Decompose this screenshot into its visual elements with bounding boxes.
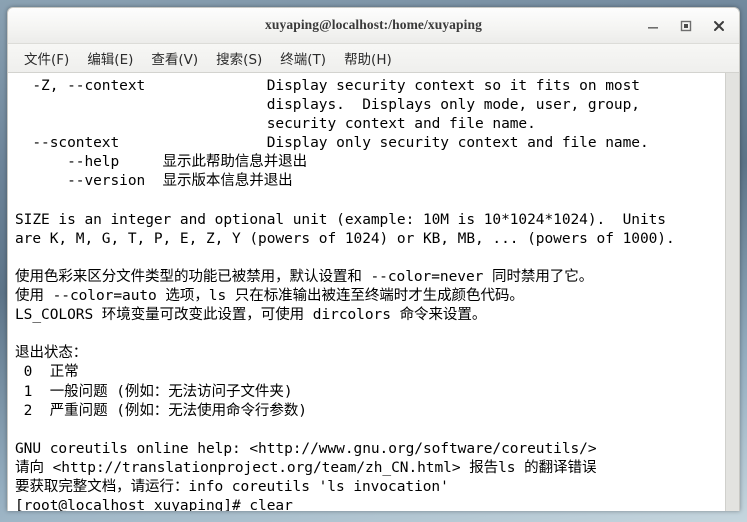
terminal-line: security context and file name. bbox=[15, 116, 536, 133]
menu-terminal[interactable]: 终端(T) bbox=[271, 45, 335, 72]
minimize-icon bbox=[648, 27, 658, 29]
window-title: xuyaping@localhost:/home/xuyaping bbox=[265, 17, 482, 32]
menu-search[interactable]: 搜索(S) bbox=[207, 45, 271, 72]
terminal-line: 要获取完整文档，请运行：info coreutils 'ls invocatio… bbox=[15, 478, 449, 495]
close-icon bbox=[714, 21, 724, 31]
terminal-line: SIZE is an integer and optional unit (ex… bbox=[15, 211, 666, 228]
terminal-line: LS_COLORS 环境变量可改变此设置，可使用 dircolors 命令来设置… bbox=[15, 307, 487, 324]
terminal-line: 0 正常 bbox=[15, 364, 79, 381]
terminal-line: are K, M, G, T, P, E, Z, Y (powers of 10… bbox=[15, 230, 675, 247]
terminal-line: displays. Displays only mode, user, grou… bbox=[15, 97, 640, 114]
menu-edit[interactable]: 编辑(E) bbox=[78, 45, 142, 72]
terminal-window: xuyaping@localhost:/home/xuyaping 文件(F) … bbox=[7, 7, 740, 511]
terminal-area: -Z, --context Display security context s… bbox=[8, 73, 739, 511]
menu-help[interactable]: 帮助(H) bbox=[335, 45, 401, 72]
terminal-line: --help 显示此帮助信息并退出 bbox=[15, 154, 308, 171]
terminal-line: [root@localhost xuyaping]# clear bbox=[15, 498, 293, 511]
terminal-line: 2 严重问题 (例如：无法使用命令行参数) bbox=[15, 402, 307, 419]
terminal-line: GNU coreutils online help: <http://www.g… bbox=[15, 440, 597, 457]
terminal-scrollbar[interactable] bbox=[725, 73, 739, 511]
terminal-line: 退出状态： bbox=[15, 345, 88, 362]
window-titlebar[interactable]: xuyaping@localhost:/home/xuyaping bbox=[8, 8, 739, 44]
maximize-button[interactable] bbox=[678, 18, 694, 34]
menu-bar: 文件(F) 编辑(E) 查看(V) 搜索(S) 终端(T) 帮助(H) bbox=[8, 44, 739, 73]
terminal-output[interactable]: -Z, --context Display security context s… bbox=[8, 73, 725, 511]
terminal-line: -Z, --context Display security context s… bbox=[15, 78, 640, 94]
close-button[interactable] bbox=[711, 18, 727, 34]
maximize-icon bbox=[680, 20, 692, 32]
terminal-line: --version 显示版本信息并退出 bbox=[15, 173, 293, 190]
terminal-line: --scontext Display only security context… bbox=[15, 135, 649, 152]
menu-file[interactable]: 文件(F) bbox=[15, 45, 78, 72]
terminal-line: 1 一般问题 (例如：无法访问子文件夹) bbox=[15, 383, 293, 400]
terminal-line: 请向 <http://translationproject.org/team/z… bbox=[15, 459, 597, 476]
terminal-line: 使用色彩来区分文件类型的功能已被禁用，默认设置和 --color=never 同… bbox=[15, 268, 594, 285]
minimize-button[interactable] bbox=[645, 18, 661, 34]
terminal-line: 使用 --color=auto 选项，ls 只在标准输出被连至终端时才生成颜色代… bbox=[15, 288, 524, 305]
menu-view[interactable]: 查看(V) bbox=[142, 45, 207, 72]
